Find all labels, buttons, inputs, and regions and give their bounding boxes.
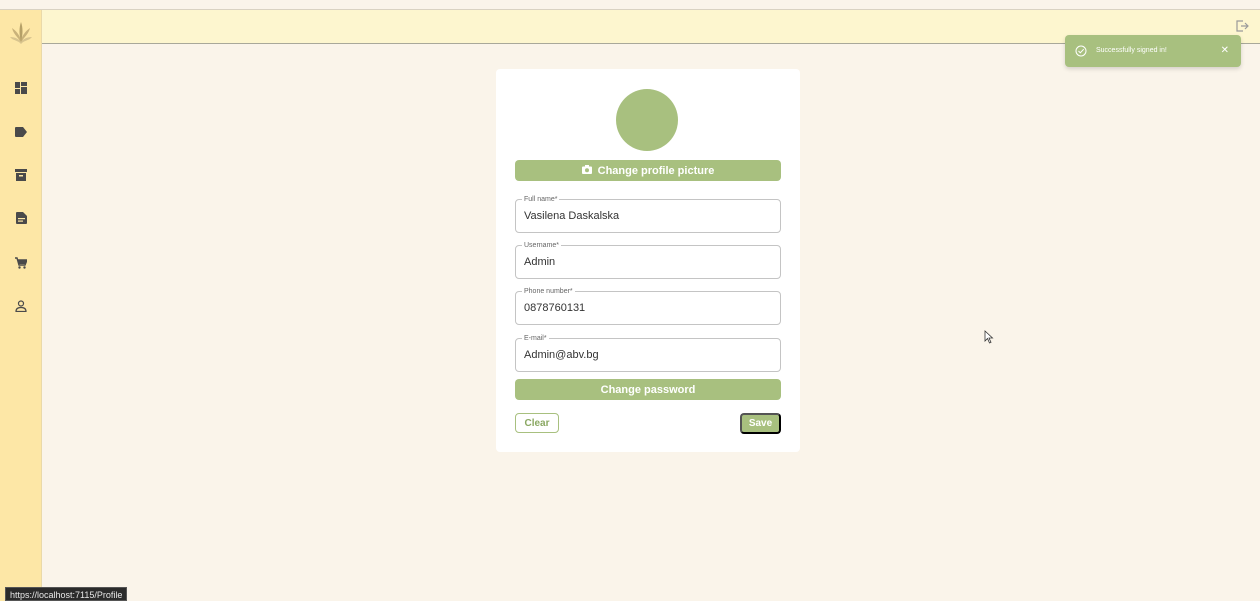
check-circle-icon: [1075, 45, 1087, 57]
change-password-button[interactable]: Change password: [515, 379, 781, 400]
logout-icon[interactable]: [1234, 18, 1250, 34]
full-name-field[interactable]: Full name* Vasilena Daskalska: [515, 195, 781, 233]
phone-number-value: 0878760131: [524, 302, 586, 314]
user-icon[interactable]: [11, 296, 31, 316]
change-profile-picture-button[interactable]: Change profile picture: [515, 160, 781, 181]
close-icon[interactable]: ✕: [1221, 45, 1229, 56]
username-value: Admin: [524, 256, 556, 268]
email-field[interactable]: E-mail* Admin@abv.bg: [515, 334, 781, 372]
change-profile-picture-label: Change profile picture: [597, 164, 715, 177]
phone-number-label: Phone number*: [522, 287, 575, 296]
document-icon[interactable]: [11, 208, 31, 228]
username-field[interactable]: Username* Admin: [515, 241, 781, 279]
email-value: Admin@abv.bg: [524, 349, 599, 361]
tag-icon[interactable]: [11, 122, 31, 142]
avatar: [616, 89, 678, 151]
phone-number-field[interactable]: Phone number* 0878760131: [515, 287, 781, 325]
username-label: Username*: [522, 241, 562, 250]
sidebar: [0, 10, 42, 601]
email-label: E-mail*: [522, 334, 549, 343]
success-toast: Successfully signed in! ✕: [1065, 35, 1241, 67]
camera-icon: [581, 164, 592, 177]
save-button[interactable]: Save: [740, 413, 781, 434]
dashboard-icon[interactable]: [11, 78, 31, 98]
cart-icon[interactable]: [11, 253, 31, 273]
change-password-label: Change password: [600, 383, 696, 396]
plant-logo[interactable]: [8, 20, 34, 46]
clear-button[interactable]: Clear: [515, 413, 559, 433]
profile-card: Change profile picture Full name* Vasile…: [496, 69, 800, 452]
toast-message: Successfully signed in!: [1096, 47, 1167, 54]
mouse-cursor-icon: [984, 330, 994, 344]
status-bar-url: https://localhost:7115/Profile: [5, 587, 128, 601]
archive-icon[interactable]: [11, 165, 31, 185]
full-name-value: Vasilena Daskalska: [524, 210, 620, 222]
full-name-label: Full name*: [522, 195, 560, 204]
